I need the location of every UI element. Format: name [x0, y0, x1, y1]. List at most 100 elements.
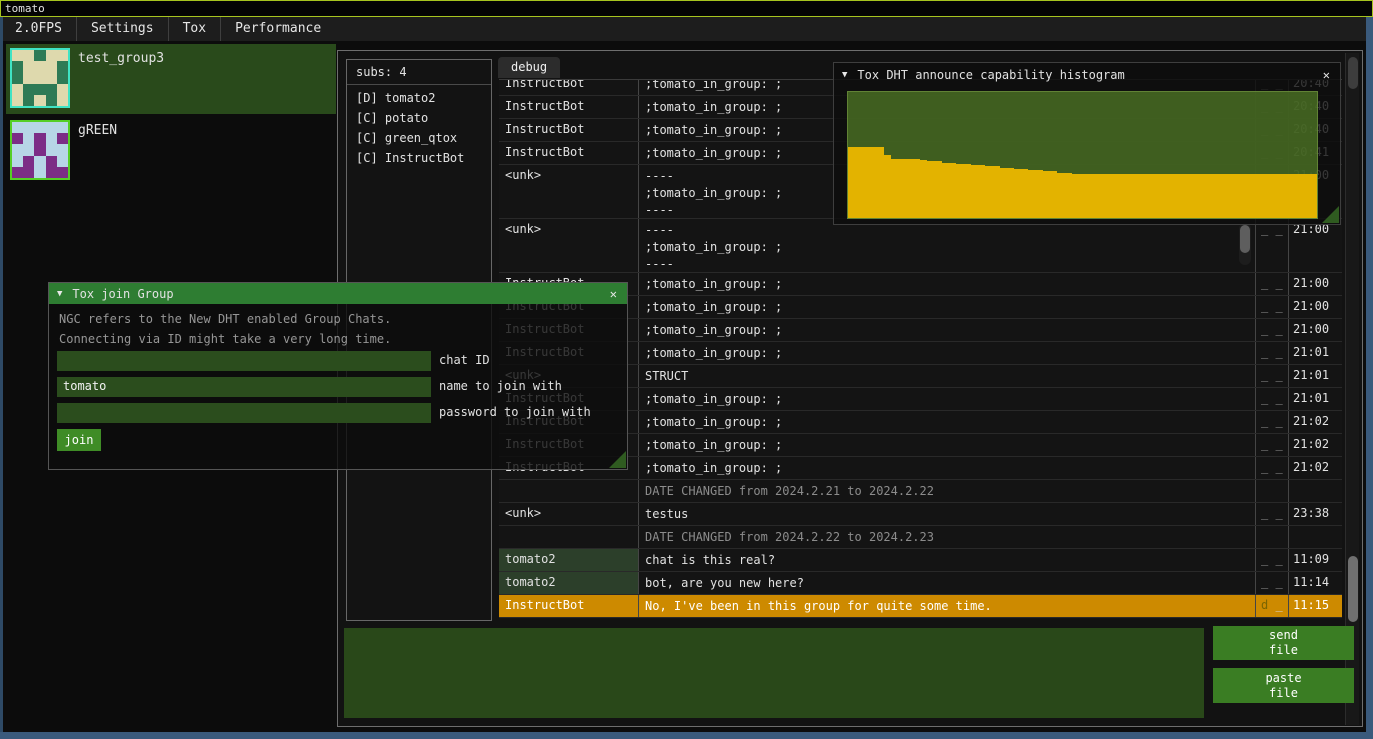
avatar-pixel — [34, 156, 45, 167]
avatar-pixel — [12, 95, 23, 106]
avatar-pixel — [23, 144, 34, 155]
chat-row[interactable]: tomato2bot, are you new here?_ _11:14 — [499, 572, 1342, 595]
paste-file-button[interactable]: paste file — [1213, 668, 1354, 703]
message-text: ;tomato_in_group: ; — [639, 388, 1256, 410]
histogram-bar — [899, 159, 906, 218]
message-text: ;tomato_in_group: ; — [639, 342, 1256, 364]
chat-row[interactable]: tomato2chat is this real?_ _11:09 — [499, 549, 1342, 572]
avatar — [10, 48, 70, 108]
sender-name: InstructBot — [499, 119, 639, 141]
chat-row-system[interactable]: DATE CHANGED from 2024.2.22 to 2024.2.23 — [499, 526, 1342, 549]
histogram-bar — [1137, 174, 1144, 218]
delivery-flags: _ _ — [1256, 319, 1289, 341]
contact-row-test_group3[interactable]: test_group3 — [6, 44, 336, 114]
avatar-pixel — [12, 122, 23, 133]
histogram-bar — [1245, 174, 1252, 218]
member-tomato2[interactable]: [D] tomato2 — [347, 88, 491, 108]
chat-row[interactable]: <unk>testus_ _23:38 — [499, 503, 1342, 526]
avatar-pixel — [12, 156, 23, 167]
sender-name — [499, 526, 639, 548]
avatar-pixel — [46, 144, 57, 155]
sender-name: <unk> — [499, 503, 639, 525]
send-file-button[interactable]: send file — [1213, 626, 1354, 660]
histogram-bar — [1065, 173, 1072, 218]
join-help-line1: NGC refers to the New DHT enabled Group … — [59, 312, 391, 326]
chat-scrollbar-handle-bottom[interactable] — [1348, 556, 1358, 622]
member-green_qtox[interactable]: [C] green_qtox — [347, 128, 491, 148]
menu-item-settings[interactable]: Settings — [77, 17, 168, 41]
fps-indicator: 2.0FPS — [1, 17, 76, 41]
collapse-icon[interactable]: ▼ — [842, 70, 847, 80]
menu-bar: 2.0FPSSettingsToxPerformance — [1, 17, 1366, 41]
menu-item-performance[interactable]: Performance — [221, 17, 335, 41]
delivery-flags: d _ — [1256, 595, 1289, 617]
message-text: ;tomato_in_group: ; — [639, 411, 1256, 433]
avatar-pixel — [23, 50, 34, 61]
histogram-bar — [1216, 174, 1223, 218]
message-text: ;tomato_in_group: ; — [639, 296, 1256, 318]
avatar-pixel — [46, 84, 57, 95]
avatar-pixel — [23, 84, 34, 95]
avatar-pixel — [23, 167, 34, 178]
histogram-bar — [1296, 174, 1303, 218]
avatar-pixel — [23, 122, 34, 133]
tab-debug[interactable]: debug — [498, 57, 560, 78]
histogram-bar — [992, 166, 999, 218]
menu-item-tox[interactable]: Tox — [169, 17, 220, 41]
histogram-bar — [862, 147, 869, 218]
chat-row[interactable]: <unk>---- ;tomato_in_group: ; ----_ _21:… — [499, 219, 1342, 273]
avatar-pixel — [34, 72, 45, 83]
histogram-bar — [1158, 174, 1165, 218]
histogram-plot — [847, 91, 1318, 219]
sender-name — [499, 480, 639, 502]
histogram-bar — [877, 147, 884, 218]
histogram-bar — [1180, 174, 1187, 218]
message-cell-scrollbar-handle[interactable] — [1240, 225, 1250, 253]
message-cell-scrollbar[interactable] — [1239, 223, 1251, 265]
histogram-bar — [1144, 174, 1151, 218]
contact-row-gREEN[interactable]: gREEN — [6, 116, 336, 186]
histogram-titlebar[interactable]: ▼ Tox DHT announce capability histogram … — [834, 63, 1340, 87]
sender-name: InstructBot — [499, 595, 639, 617]
avatar-pixel — [57, 167, 68, 178]
chat-scrollbar-handle-top[interactable] — [1348, 57, 1358, 89]
histogram-bar — [1093, 174, 1100, 218]
histogram-bar — [870, 147, 877, 218]
resize-grip-icon[interactable] — [609, 451, 626, 468]
close-icon[interactable]: ✕ — [608, 287, 619, 301]
chat-row-system[interactable]: DATE CHANGED from 2024.2.21 to 2024.2.22 — [499, 480, 1342, 503]
collapse-icon[interactable]: ▼ — [57, 289, 62, 299]
member-potato[interactable]: [C] potato — [347, 108, 491, 128]
input-label: name to join with — [439, 379, 562, 393]
input-chat-ID[interactable] — [57, 351, 431, 371]
members-count-label: subs: 4 — [347, 60, 491, 83]
avatar-pixel — [34, 122, 45, 133]
chat-row[interactable]: InstructBotNo, I've been in this group f… — [499, 595, 1342, 618]
histogram-bar — [985, 166, 992, 218]
message-text: testus — [639, 503, 1256, 525]
avatar-pixel — [57, 122, 68, 133]
avatar-pixel — [12, 167, 23, 178]
histogram-bar — [1108, 174, 1115, 218]
close-icon[interactable]: ✕ — [1321, 68, 1332, 82]
join-button[interactable]: join — [57, 429, 101, 451]
avatar-pixel — [57, 133, 68, 144]
message-input[interactable] — [344, 628, 1204, 718]
input-label: password to join with — [439, 405, 591, 419]
chat-scrollbar[interactable] — [1345, 53, 1359, 725]
timestamp: 23:38 — [1289, 503, 1342, 525]
histogram-bar — [1050, 171, 1057, 218]
input-password-to-join-with[interactable] — [57, 403, 431, 423]
input-name-to-join-with[interactable]: tomato — [57, 377, 431, 397]
avatar-pixel — [46, 95, 57, 106]
resize-grip-icon[interactable] — [1322, 206, 1339, 223]
avatar-pixel — [12, 50, 23, 61]
member-InstructBot[interactable]: [C] InstructBot — [347, 148, 491, 168]
histogram-bar — [1014, 169, 1021, 218]
join-group-titlebar[interactable]: ▼ Tox join Group ✕ — [49, 283, 627, 304]
window-titlebar[interactable]: tomato — [0, 0, 1373, 17]
timestamp: 11:09 — [1289, 549, 1342, 571]
timestamp: 21:00 — [1289, 219, 1342, 272]
delivered-flag: d — [1261, 598, 1268, 612]
histogram-bar — [1166, 174, 1173, 218]
